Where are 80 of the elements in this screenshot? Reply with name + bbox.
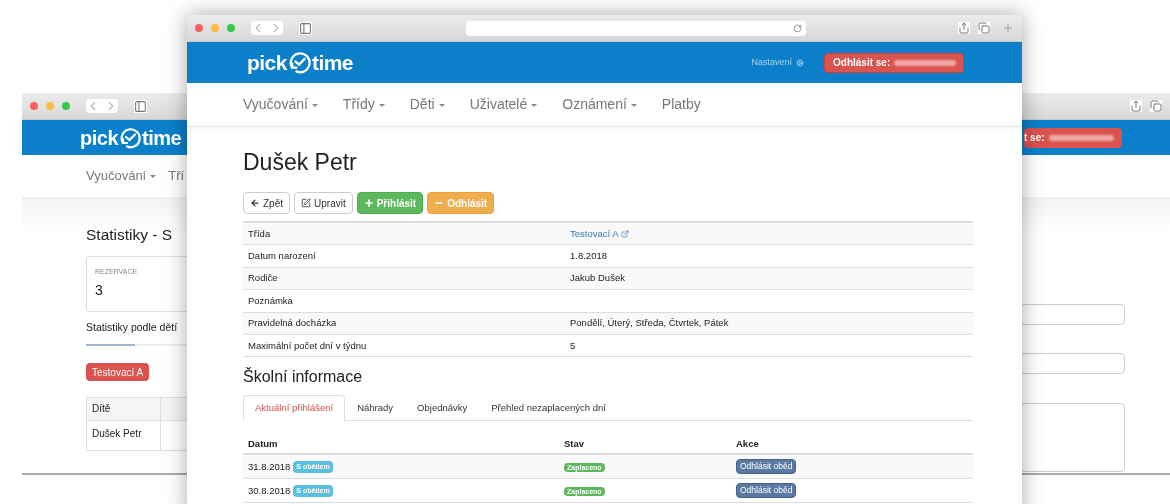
logo-text: time <box>142 125 182 151</box>
caret-icon <box>438 103 445 107</box>
new-tab-icon[interactable] <box>1002 22 1014 34</box>
text-area[interactable] <box>1020 403 1125 472</box>
action-button[interactable]: Přihlásit <box>356 192 424 214</box>
detail-value: Jakub Dušek <box>570 271 625 286</box>
nav-link[interactable]: Vyučování <box>243 94 318 115</box>
close-icon[interactable] <box>195 24 203 32</box>
date-text: 31.8.2018 <box>248 459 291 474</box>
logo-text: time <box>311 49 353 76</box>
detail-label: Poznámka <box>247 293 294 308</box>
nav-link[interactable]: Vyučování <box>86 166 157 186</box>
nav-link[interactable]: Děti <box>409 94 445 115</box>
section-title: Školní informace <box>243 369 364 386</box>
cancel-lunch-button[interactable]: Odhlásit oběd <box>736 459 797 475</box>
minimize-icon[interactable] <box>46 102 54 110</box>
section-title: Statistiky podle dětí <box>86 320 178 336</box>
action-button[interactable]: Upravit <box>294 192 353 214</box>
action-button[interactable]: Zpět <box>243 192 290 214</box>
reload-icon[interactable] <box>793 23 802 33</box>
maximize-icon[interactable] <box>62 102 70 110</box>
date-text: 30.8.2018 <box>248 483 291 498</box>
caret-icon <box>311 103 318 107</box>
maximize-icon[interactable] <box>227 24 235 32</box>
clock-icon <box>118 125 143 150</box>
tab[interactable]: Přehled nezaplacených dní <box>479 395 618 422</box>
caret-icon <box>531 103 538 107</box>
edit-icon <box>301 198 311 208</box>
share-icon[interactable] <box>958 22 970 34</box>
page-title: Dušek Petr <box>243 151 358 174</box>
tabs-icon[interactable] <box>1150 100 1162 112</box>
caret-icon <box>630 103 637 107</box>
nav-link[interactable]: Platby <box>661 94 701 115</box>
nav-link[interactable]: Třídy <box>342 94 385 115</box>
detail-value: 5 <box>570 338 576 353</box>
logout-button[interactable]: Odhlásit se: <box>824 52 964 73</box>
arrow-left-icon <box>250 198 260 208</box>
caret-icon <box>150 175 157 179</box>
class-link[interactable]: Testovací A <box>570 226 629 241</box>
detail-value: 1.8.2018 <box>570 248 607 263</box>
page-title: Statistiky - S <box>86 225 173 245</box>
settings-link[interactable]: Nastavení <box>751 55 804 70</box>
detail-label: Třída <box>247 226 272 241</box>
table-cell: Dušek Petr <box>87 420 161 450</box>
cancel-lunch-button[interactable]: Odhlásit oběd <box>736 483 797 499</box>
caret-icon <box>378 103 385 107</box>
logo-text: pick <box>80 125 119 151</box>
minimize-icon[interactable] <box>211 24 219 32</box>
column-header: Datum <box>247 437 279 452</box>
sidebar-icon[interactable] <box>299 21 312 35</box>
logout-button[interactable]: t se: <box>1024 127 1122 148</box>
tab[interactable]: Náhrady <box>345 395 406 422</box>
detail-label: Maximální počet dní v týdnu <box>247 338 368 353</box>
class-button[interactable]: Testovací A <box>86 363 150 381</box>
blurred-email <box>894 59 957 66</box>
external-link-icon <box>620 229 629 238</box>
detail-label: Pravidelná docházka <box>247 316 338 331</box>
nav-link[interactable]: Oznámení <box>562 94 637 115</box>
stat-value: 3 <box>95 280 103 300</box>
input-field[interactable] <box>1020 304 1125 325</box>
column-header: Akce <box>736 437 759 452</box>
address-field[interactable] <box>466 20 806 36</box>
sidebar-icon[interactable] <box>134 99 147 113</box>
detail-value: Pondělí, Úterý, Středa, Čtvrtek, Pátek <box>570 316 729 331</box>
detail-label: Rodiče <box>247 271 279 286</box>
tab[interactable]: Objednávky <box>405 395 480 422</box>
close-icon[interactable] <box>30 102 38 110</box>
blurred-email <box>1048 134 1114 141</box>
settings-icon <box>796 58 804 67</box>
column-header: Stav <box>564 437 586 452</box>
logo-text: pick <box>247 49 287 76</box>
tabs-icon[interactable] <box>978 22 990 34</box>
input-field[interactable] <box>1020 353 1125 374</box>
detail-label: Datum narození <box>247 248 317 263</box>
tab[interactable]: Aktuální přihlášení <box>243 395 346 422</box>
column-header: Dítě <box>87 397 161 420</box>
plus-icon <box>363 198 374 208</box>
share-icon[interactable] <box>1130 100 1142 112</box>
nav-link[interactable]: Uživatelé <box>469 94 538 115</box>
nav-link[interactable]: Tří <box>168 166 185 186</box>
